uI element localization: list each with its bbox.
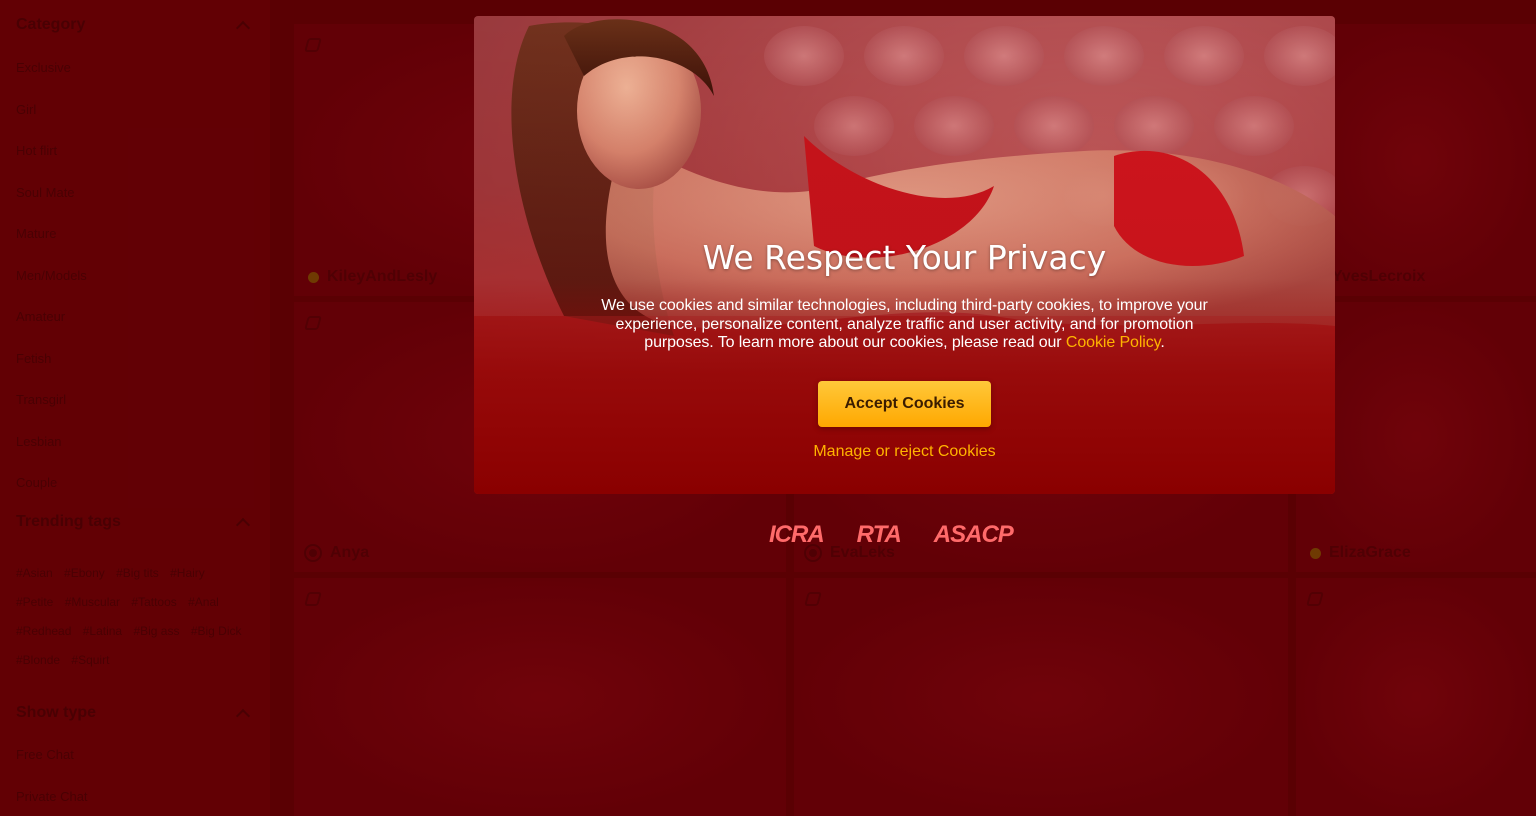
manage-cookies-link[interactable]: Manage or reject Cookies [474,443,1335,461]
modal-title: We Respect Your Privacy [702,238,1107,277]
icra-logo: ICRA [769,521,825,548]
modal-body-text: We use cookies and similar technologies,… [584,297,1225,353]
cookie-policy-link[interactable]: Cookie Policy [1066,334,1161,351]
asacp-logo: ASACP [933,521,1014,548]
rta-logo: RTA [856,521,902,548]
trust-logos: ICRA RTA ASACP [769,521,1014,548]
cookie-consent-modal: We Respect Your Privacy We use cookies a… [474,16,1335,494]
modal-body-period: . [1160,334,1165,351]
accept-cookies-button[interactable]: Accept Cookies [818,381,991,427]
